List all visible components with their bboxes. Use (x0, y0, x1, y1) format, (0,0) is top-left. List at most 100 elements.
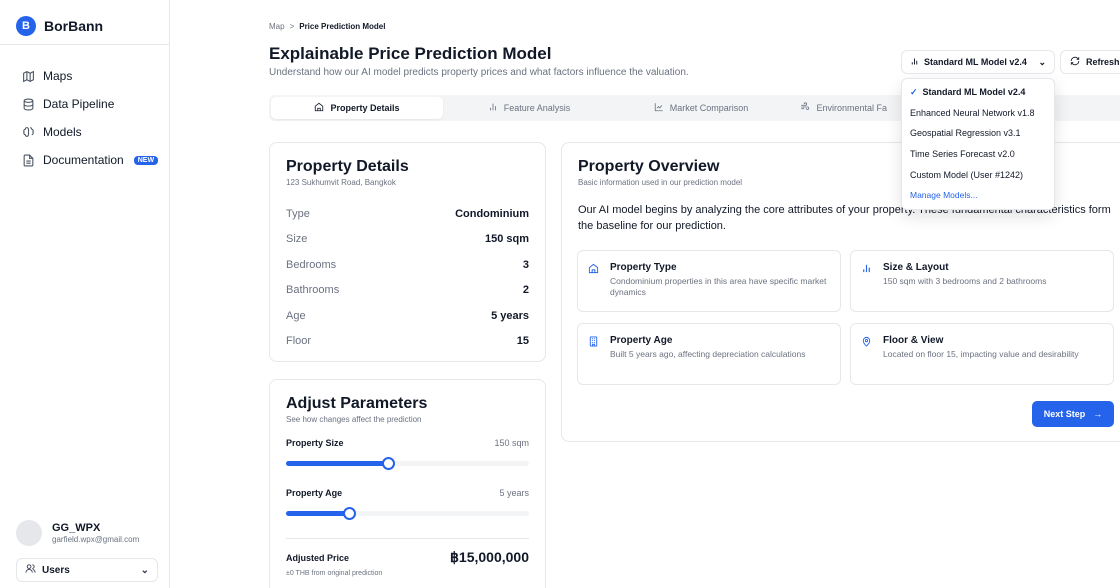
manage-models-label: Manage Models... (910, 190, 978, 201)
detail-value: 15 (516, 335, 529, 348)
sidebar-nav: Maps Data Pipeline Models Documentation … (22, 62, 159, 174)
card-subtitle: See how changes affect the prediction (286, 415, 422, 424)
sidebar: B BorBann Maps Data Pipeline Models Docu… (0, 0, 170, 588)
detail-key: Type (286, 207, 310, 220)
sidebar-item-label: Models (43, 125, 82, 139)
property-detail-list: Type Condominium Size 150 sqm Bedrooms 3… (286, 201, 529, 354)
feature-title: Property Type (610, 262, 677, 273)
breadcrumb-current: Price Prediction Model (299, 22, 386, 31)
sidebar-item-label: Data Pipeline (43, 97, 115, 111)
next-step-label: Next Step (1043, 409, 1086, 419)
property-address: 123 Sukhumvit Road, Bangkok (286, 178, 396, 187)
tab-label: Property Details (330, 103, 400, 113)
bar-chart-icon (861, 263, 875, 277)
new-badge: NEW (133, 155, 159, 165)
bar-chart-icon (488, 102, 498, 114)
map-icon (22, 70, 35, 83)
model-option-label: Standard ML Model v2.4 (922, 87, 1026, 98)
breadcrumb-separator: > (289, 22, 295, 31)
refresh-button[interactable]: Refresh (1060, 50, 1120, 74)
sidebar-item-label: Documentation (43, 153, 124, 167)
detail-value: 2 (522, 284, 529, 297)
avatar (16, 520, 42, 546)
chevron-down-icon: ⌄ (1038, 56, 1046, 67)
wind-icon (800, 102, 810, 114)
detail-key: Age (286, 309, 306, 322)
database-icon (22, 98, 35, 111)
model-option-neural[interactable]: Enhanced Neural Network v1.8 (902, 103, 1054, 124)
brand-divider (0, 44, 170, 45)
feature-card-property-age: Property Age Built 5 years ago, affectin… (577, 323, 841, 385)
size-slider-header: Property Size 150 sqm (286, 438, 529, 448)
divider (286, 538, 529, 539)
model-option-label: Enhanced Neural Network v1.8 (910, 107, 1035, 118)
size-slider[interactable] (286, 457, 529, 470)
map-pin-icon (861, 336, 875, 350)
property-details-card: Property Details 123 Sukhumvit Road, Ban… (269, 142, 546, 362)
chevron-down-icon: ⌄ (140, 564, 149, 576)
detail-key: Bathrooms (286, 284, 340, 297)
document-icon (22, 154, 35, 167)
detail-key: Bedrooms (286, 258, 337, 271)
feature-title: Floor & View (883, 335, 944, 346)
feature-card-property-type: Property Type Condominium properties in … (577, 250, 841, 312)
model-option-label: Custom Model (User #1242) (910, 169, 1024, 180)
detail-row-bathrooms: Bathrooms 2 (286, 278, 529, 304)
page-subtitle: Understand how our AI model predicts pro… (269, 67, 689, 78)
card-title: Adjust Parameters (286, 395, 428, 412)
sidebar-item-maps[interactable]: Maps (22, 62, 158, 90)
detail-value: 150 sqm (484, 233, 529, 246)
model-option-custom[interactable]: Custom Model (User #1242) (902, 164, 1054, 185)
detail-value: 5 years (491, 309, 529, 322)
model-option-label: Time Series Forecast v2.0 (910, 149, 1015, 160)
sidebar-item-models[interactable]: Models (22, 118, 158, 146)
detail-row-floor: Floor 15 (286, 329, 529, 355)
size-slider-label: Property Size (286, 438, 344, 448)
users-icon (25, 563, 36, 577)
feature-title: Size & Layout (883, 262, 949, 273)
tab-property-details[interactable]: Property Details (271, 97, 443, 119)
refresh-icon (1070, 56, 1080, 68)
feature-title: Property Age (610, 335, 673, 346)
model-option-standard[interactable]: ✓ Standard ML Model v2.4 (902, 82, 1054, 103)
check-icon: ✓ (910, 86, 918, 97)
size-slider-thumb[interactable] (382, 457, 396, 470)
tab-market-comparison[interactable]: Market Comparison (615, 97, 787, 119)
tab-label: Feature Analysis (503, 103, 571, 113)
line-chart-icon (654, 102, 664, 114)
sidebar-item-data-pipeline[interactable]: Data Pipeline (22, 90, 158, 118)
tab-environmental-factors[interactable]: Environmental Fa (787, 97, 887, 119)
age-slider[interactable] (286, 507, 529, 520)
detail-key: Floor (286, 335, 312, 348)
age-slider-value: 5 years (499, 488, 529, 498)
detail-row-age: Age 5 years (286, 303, 529, 329)
detail-value: 3 (522, 258, 529, 271)
tab-feature-analysis[interactable]: Feature Analysis (443, 97, 615, 119)
home-icon (314, 102, 324, 114)
age-slider-fill (286, 511, 350, 516)
detail-value: Condominium (455, 207, 529, 220)
refresh-label: Refresh (1086, 57, 1120, 67)
brand[interactable]: B BorBann (16, 16, 103, 36)
adjust-parameters-card: Adjust Parameters See how changes affect… (269, 379, 546, 588)
adjusted-price-note: ±0 THB from original prediction (286, 570, 383, 577)
model-option-geospatial[interactable]: Geospatial Regression v3.1 (902, 123, 1054, 144)
size-slider-fill (286, 461, 389, 466)
user-profile[interactable]: GG_WPX garfield.wpx@gmail.com (16, 520, 139, 546)
role-select[interactable]: Users ⌄ (16, 558, 158, 582)
manage-models-link[interactable]: Manage Models... (902, 185, 1054, 206)
age-slider-header: Property Age 5 years (286, 488, 529, 498)
page-title: Explainable Price Prediction Model (269, 44, 552, 63)
next-step-button[interactable]: Next Step → (1032, 401, 1114, 427)
adjusted-price-label: Adjusted Price (286, 552, 350, 563)
model-select[interactable]: Standard ML Model v2.4 ⌄ (901, 50, 1055, 74)
detail-row-bedrooms: Bedrooms 3 (286, 252, 529, 278)
feature-desc: Located on floor 15, impacting value and… (883, 349, 1079, 359)
age-slider-thumb[interactable] (343, 507, 357, 520)
feature-card-size-layout: Size & Layout 150 sqm with 3 bedrooms an… (850, 250, 1114, 312)
sidebar-item-documentation[interactable]: Documentation NEW (22, 146, 159, 174)
breadcrumb-parent[interactable]: Map (269, 22, 285, 31)
feature-desc: Condominium properties in this area have… (610, 276, 827, 297)
detail-row-size: Size 150 sqm (286, 227, 529, 253)
model-option-timeseries[interactable]: Time Series Forecast v2.0 (902, 144, 1054, 165)
